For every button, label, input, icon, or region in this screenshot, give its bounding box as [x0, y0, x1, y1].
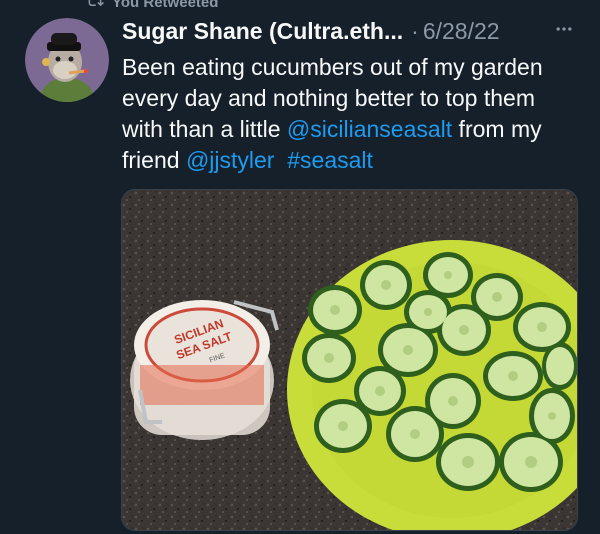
retweet-indicator[interactable]: You Retweeted	[86, 0, 218, 13]
header-separator: ·	[411, 17, 419, 44]
tweet-photo[interactable]: SICILIAN SEA SALT FINE	[121, 189, 578, 531]
more-icon	[554, 19, 574, 44]
author-name[interactable]: Sugar Shane (Cultra.eth...	[122, 18, 403, 45]
more-options-button[interactable]	[548, 14, 580, 48]
tweet-text: Been eating cucumbers out of my garden e…	[122, 52, 582, 176]
tweet-header: Sugar Shane (Cultra.eth... · 6/28/22	[122, 14, 584, 48]
author-avatar[interactable]	[25, 18, 109, 102]
mention-jjstyler[interactable]: @jjstyler	[186, 147, 275, 173]
retweet-icon	[86, 0, 104, 13]
hashtag-seasalt[interactable]: #seasalt	[287, 147, 373, 173]
tweet-date[interactable]: 6/28/22	[423, 18, 500, 45]
tweet-text-part3	[274, 147, 287, 173]
retweet-label: You Retweeted	[112, 0, 219, 11]
mention-sicilianseasalt[interactable]: @sicilianseasalt	[287, 116, 452, 142]
salt-jar	[130, 300, 279, 440]
